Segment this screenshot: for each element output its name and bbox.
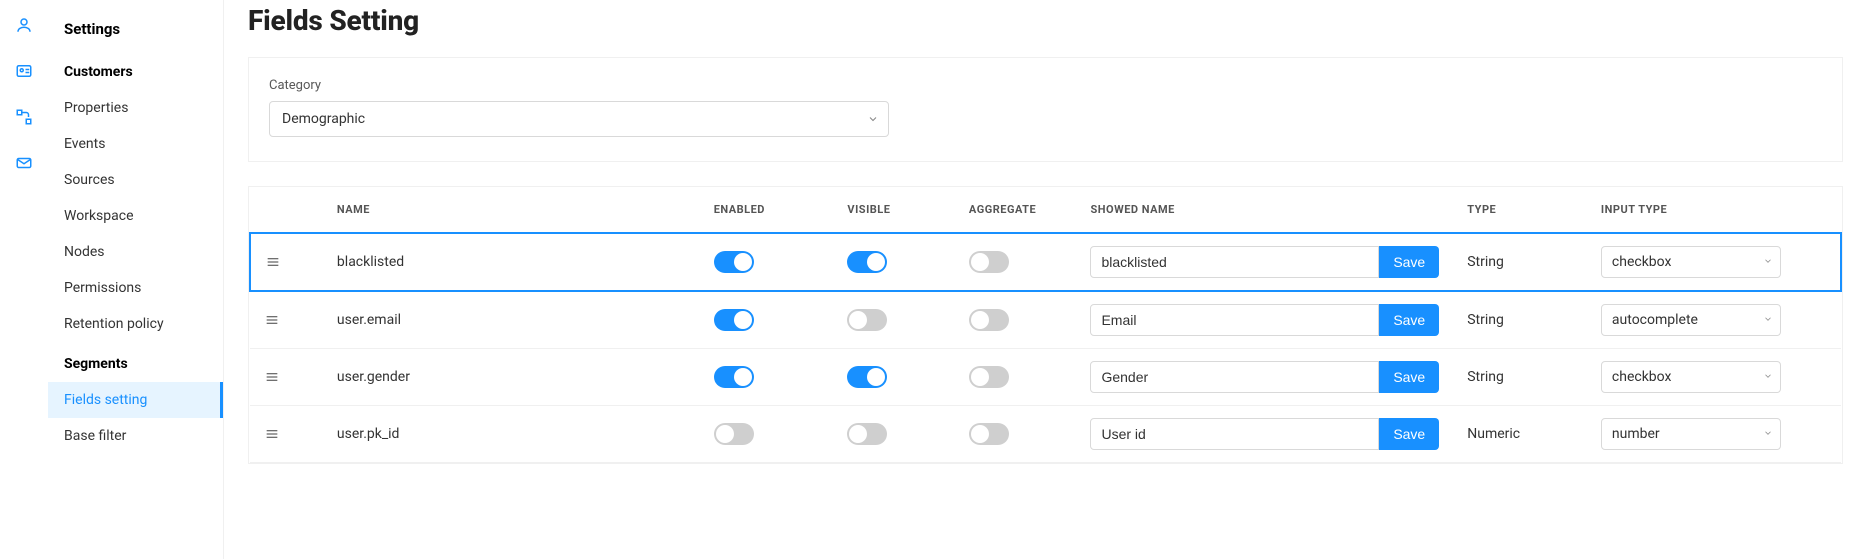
- aggregate-toggle[interactable]: [969, 366, 1009, 388]
- enabled-toggle[interactable]: [714, 309, 754, 331]
- drag-handle-icon[interactable]: [264, 369, 309, 385]
- visible-toggle[interactable]: [847, 423, 887, 445]
- sidebar-item[interactable]: Workspace: [48, 198, 223, 234]
- input-type-select[interactable]: autocomplete: [1601, 304, 1781, 336]
- input-type-select[interactable]: checkbox: [1601, 246, 1781, 278]
- sidebar-item[interactable]: Permissions: [48, 270, 223, 306]
- field-name: blacklisted: [323, 233, 700, 291]
- enabled-toggle[interactable]: [714, 251, 754, 273]
- col-input-header: INPUT TYPE: [1587, 187, 1841, 233]
- aggregate-toggle[interactable]: [969, 423, 1009, 445]
- visible-toggle[interactable]: [847, 366, 887, 388]
- showed-name-input[interactable]: [1090, 304, 1379, 336]
- col-type-header: TYPE: [1453, 187, 1587, 233]
- icon-rail: [0, 0, 48, 559]
- sidebar-item[interactable]: Events: [48, 126, 223, 162]
- fields-table: NAME ENABLED VISIBLE AGGREGATE SHOWED NA…: [249, 187, 1842, 463]
- showed-name-input[interactable]: [1090, 246, 1379, 278]
- fields-table-body: blacklisted Save String checkbox user.email S…: [250, 233, 1841, 463]
- aggregate-toggle[interactable]: [969, 251, 1009, 273]
- save-button[interactable]: Save: [1379, 246, 1439, 278]
- field-name: user.gender: [323, 349, 700, 406]
- table-row: blacklisted Save String checkbox: [250, 233, 1841, 291]
- visible-toggle[interactable]: [847, 309, 887, 331]
- save-button[interactable]: Save: [1379, 418, 1439, 450]
- sidebar-item[interactable]: Sources: [48, 162, 223, 198]
- enabled-toggle[interactable]: [714, 366, 754, 388]
- col-aggregate-header: AGGREGATE: [955, 187, 1077, 233]
- drag-handle-icon[interactable]: [264, 312, 309, 328]
- sidebar-group-title: Customers: [48, 50, 223, 90]
- id-card-icon[interactable]: [15, 62, 33, 80]
- main: Fields Setting Category Demographic NAME: [224, 0, 1867, 559]
- field-type: String: [1453, 233, 1587, 291]
- visible-toggle[interactable]: [847, 251, 887, 273]
- sidebar-item[interactable]: Nodes: [48, 234, 223, 270]
- col-drag-header: [250, 187, 323, 233]
- sidebar-heading: Settings: [48, 12, 223, 50]
- category-select[interactable]: Demographic: [269, 101, 889, 137]
- field-type: Numeric: [1453, 406, 1587, 463]
- save-button[interactable]: Save: [1379, 361, 1439, 393]
- col-visible-header: VISIBLE: [833, 187, 955, 233]
- input-type-value: number: [1612, 426, 1660, 442]
- category-panel: Category Demographic: [248, 57, 1843, 162]
- category-value: Demographic: [282, 111, 365, 127]
- page-title: Fields Setting: [248, 4, 1843, 37]
- sidebar-group-title: Segments: [48, 342, 223, 382]
- field-name: user.pk_id: [323, 406, 700, 463]
- user-icon[interactable]: [15, 16, 33, 34]
- aggregate-toggle[interactable]: [969, 309, 1009, 331]
- input-type-value: checkbox: [1612, 254, 1672, 270]
- fields-table-panel: NAME ENABLED VISIBLE AGGREGATE SHOWED NA…: [248, 186, 1843, 464]
- category-label: Category: [269, 78, 1822, 93]
- input-type-value: autocomplete: [1612, 312, 1698, 328]
- sidebar-item[interactable]: Properties: [48, 90, 223, 126]
- flow-icon[interactable]: [15, 108, 33, 126]
- enabled-toggle[interactable]: [714, 423, 754, 445]
- mail-icon[interactable]: [15, 154, 33, 172]
- input-type-select[interactable]: checkbox: [1601, 361, 1781, 393]
- table-row: user.pk_id Save Numeric number: [250, 406, 1841, 463]
- input-type-select[interactable]: number: [1601, 418, 1781, 450]
- field-name: user.email: [323, 291, 700, 349]
- col-showed-header: SHOWED NAME: [1076, 187, 1453, 233]
- col-enabled-header: ENABLED: [700, 187, 834, 233]
- col-name-header: NAME: [323, 187, 700, 233]
- input-type-value: checkbox: [1612, 369, 1672, 385]
- field-type: String: [1453, 291, 1587, 349]
- sidebar-item[interactable]: Base filter: [48, 418, 223, 454]
- showed-name-input[interactable]: [1090, 418, 1379, 450]
- showed-name-input[interactable]: [1090, 361, 1379, 393]
- save-button[interactable]: Save: [1379, 304, 1439, 336]
- sidebar: Settings CustomersPropertiesEventsSource…: [48, 0, 224, 559]
- sidebar-item[interactable]: Fields setting: [48, 382, 223, 418]
- table-row: user.email Save String autocomplete: [250, 291, 1841, 349]
- sidebar-item[interactable]: Retention policy: [48, 306, 223, 342]
- field-type: String: [1453, 349, 1587, 406]
- table-row: user.gender Save String checkbox: [250, 349, 1841, 406]
- drag-handle-icon[interactable]: [264, 426, 309, 442]
- sidebar-groups: CustomersPropertiesEventsSourcesWorkspac…: [48, 50, 223, 454]
- drag-handle-icon[interactable]: [265, 254, 309, 270]
